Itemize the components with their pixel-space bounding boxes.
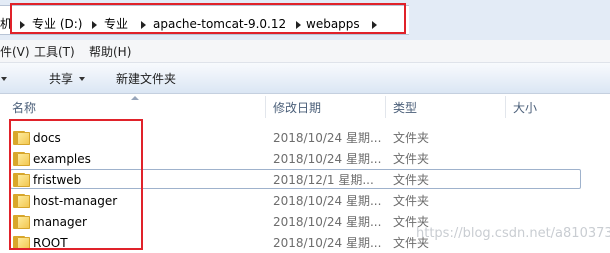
breadcrumb-zhuanye[interactable]: 专业 [104, 16, 128, 32]
file-name: host-manager [33, 194, 118, 208]
share-button[interactable]: 共享 [49, 71, 73, 87]
file-name: ROOT [33, 236, 68, 250]
file-type: 文件夹 [393, 152, 430, 166]
column-name[interactable]: 名称 [12, 100, 36, 116]
column-size[interactable]: 大小 [513, 100, 537, 116]
breadcrumb-separator-icon[interactable] [92, 21, 97, 29]
file-modified: 2018/12/1 星期... [273, 173, 374, 187]
file-row-fristweb[interactable]: fristweb 2018/12/1 星期... 文件夹 [0, 169, 610, 190]
organize-dropdown-icon[interactable] [1, 77, 7, 81]
breadcrumb-separator-icon[interactable] [372, 21, 377, 29]
file-row-docs[interactable]: docs 2018/10/24 星期... 文件夹 [0, 127, 610, 148]
file-name: fristweb [33, 173, 82, 187]
breadcrumb-drive-d[interactable]: 专业 (D:) [32, 16, 82, 32]
folder-icon [13, 214, 30, 229]
column-divider[interactable] [385, 96, 386, 118]
folder-icon [13, 130, 30, 145]
file-modified: 2018/10/24 星期... [273, 236, 382, 250]
column-modified[interactable]: 修改日期 [273, 100, 321, 116]
watermark: https://blog.csdn.net/a810373329 [416, 226, 610, 241]
address-bar-strip: 机 专业 (D:) 专业 apache-tomcat-9.0.12 webapp… [0, 0, 610, 40]
breadcrumb-computer[interactable]: 机 [0, 16, 12, 32]
address-bar[interactable]: 机 专业 (D:) 专业 apache-tomcat-9.0.12 webapp… [0, 5, 409, 35]
column-type[interactable]: 类型 [393, 100, 417, 116]
file-type: 文件夹 [393, 194, 430, 208]
file-type: 文件夹 [393, 173, 430, 187]
column-header-row: 名称 修改日期 类型 大小 [0, 94, 610, 119]
file-name: docs [33, 131, 61, 145]
breadcrumb-separator-icon[interactable] [20, 21, 25, 29]
folder-icon [13, 151, 30, 166]
menu-help[interactable]: 帮助(H) [89, 44, 131, 60]
breadcrumb-separator-icon[interactable] [141, 21, 146, 29]
file-row-host-manager[interactable]: host-manager 2018/10/24 星期... 文件夹 [0, 190, 610, 211]
file-type: 文件夹 [393, 131, 430, 145]
file-name: examples [33, 152, 91, 166]
command-bar: 共享 新建文件夹 [0, 63, 610, 94]
breadcrumb-webapps[interactable]: webapps [306, 16, 360, 32]
file-modified: 2018/10/24 星期... [273, 152, 382, 166]
folder-icon [13, 172, 30, 187]
file-row-examples[interactable]: examples 2018/10/24 星期... 文件夹 [0, 148, 610, 169]
new-folder-button[interactable]: 新建文件夹 [116, 71, 176, 87]
file-modified: 2018/10/24 星期... [273, 215, 382, 229]
file-modified: 2018/10/24 星期... [273, 194, 382, 208]
breadcrumb-tomcat[interactable]: apache-tomcat-9.0.12 [153, 16, 286, 32]
file-modified: 2018/10/24 星期... [273, 131, 382, 145]
breadcrumb-separator-icon[interactable] [296, 21, 301, 29]
menu-tools[interactable]: 工具(T) [34, 44, 75, 60]
sort-ascending-icon [131, 96, 139, 100]
column-divider[interactable] [505, 96, 506, 118]
folder-icon [13, 193, 30, 208]
column-divider[interactable] [265, 96, 266, 118]
menu-bar: 件(V) 工具(T) 帮助(H) [0, 40, 610, 63]
share-dropdown-icon[interactable] [79, 77, 85, 81]
folder-icon [13, 235, 30, 250]
menu-view[interactable]: 件(V) [0, 44, 30, 60]
file-name: manager [33, 215, 87, 229]
